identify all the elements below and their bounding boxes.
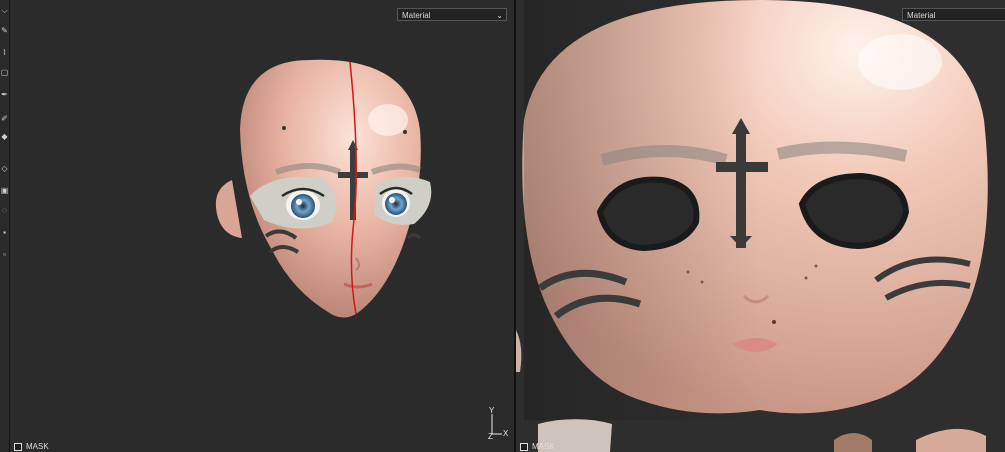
fill-tool-icon[interactable]: ◆ <box>0 132 9 141</box>
dropper-tool-icon[interactable]: ⌇ <box>0 48 9 57</box>
material-select[interactable]: Material ⌄ <box>397 8 507 21</box>
3d-head-render <box>215 59 432 318</box>
3d-viewport[interactable]: Material ⌄ Y Z X MASK <box>10 0 514 452</box>
eraser-tool-icon[interactable]: ▫ <box>0 250 9 259</box>
select-tool-icon[interactable]: ⌵ <box>0 6 9 15</box>
stamp-tool-icon[interactable]: ▪ <box>0 228 9 237</box>
mask-checkbox[interactable] <box>14 442 22 451</box>
clone-tool-icon[interactable]: ▣ <box>0 186 9 195</box>
pen-tool-icon[interactable]: ✒ <box>0 90 9 99</box>
axis-x-label: X <box>503 429 509 438</box>
square-tool-icon[interactable]: ▢ <box>0 68 9 77</box>
smudge-tool-icon[interactable]: ✐ <box>0 114 9 123</box>
chevron-down-icon: ⌄ <box>496 11 503 20</box>
diamond-tool-icon[interactable]: ◇ <box>0 164 9 173</box>
material-select[interactable]: Material <box>902 8 1005 21</box>
mask-label: MASK <box>532 442 555 451</box>
mask-toggle[interactable]: MASK <box>14 442 49 451</box>
tool-strip: ⌵ ✎ ⌇ ▢ ✒ ✐ ◆ ◇ ▣ ◌ ▪ ▫ <box>0 0 10 452</box>
uv-face-render <box>516 0 988 452</box>
brush-tool-icon[interactable]: ✎ <box>0 26 9 35</box>
axis-z-label: Z <box>488 432 493 440</box>
mask-checkbox[interactable] <box>520 442 528 451</box>
lasso-tool-icon[interactable]: ◌ <box>0 206 9 215</box>
mask-label: MASK <box>26 442 49 451</box>
axis-gizmo: Y Z X <box>488 406 509 440</box>
texture-viewport[interactable]: Material MASK <box>516 0 1005 452</box>
mask-toggle[interactable]: MASK <box>520 442 555 451</box>
axis-y-label: Y <box>489 406 495 415</box>
